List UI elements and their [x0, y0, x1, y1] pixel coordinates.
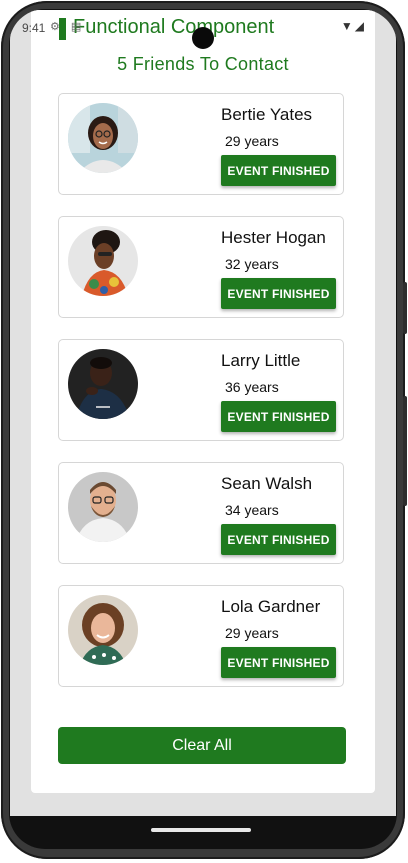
man-dark-shirt-avatar: [68, 349, 138, 419]
friend-card: Hester Hogan 32 years EVENT FINISHED: [58, 216, 344, 318]
man-beard-glasses-avatar: [68, 472, 138, 542]
friend-card: Sean Walsh 34 years EVENT FINISHED: [58, 462, 344, 564]
event-finished-button[interactable]: EVENT FINISHED: [221, 278, 336, 309]
friend-name: Lola Gardner: [221, 597, 321, 616]
event-finished-button[interactable]: EVENT FINISHED: [221, 524, 336, 555]
friend-name: Larry Little: [221, 351, 301, 370]
home-gesture-handle[interactable]: [151, 828, 251, 832]
volume-button: [403, 396, 407, 506]
content-sheet: Functional Component 5 Friends To Contac…: [31, 10, 375, 793]
notification-icons: ⚙ ▤: [50, 21, 86, 33]
friend-age: 36 years: [225, 379, 279, 395]
event-finished-button[interactable]: EVENT FINISHED: [221, 155, 336, 186]
wifi-signal-icon: ▼◢: [340, 19, 366, 33]
woman-glasses-avatar: [68, 103, 138, 173]
clear-all-button[interactable]: Clear All: [58, 727, 346, 764]
list-heading: 5 Friends To Contact: [117, 54, 289, 74]
friend-name: Sean Walsh: [221, 474, 313, 493]
event-finished-button[interactable]: EVENT FINISHED: [221, 647, 336, 678]
friend-name: Hester Hogan: [221, 228, 326, 247]
woman-headwrap-avatar: [68, 226, 138, 296]
power-button: [403, 282, 407, 334]
friend-name: Bertie Yates: [221, 105, 313, 124]
friend-age: 29 years: [225, 133, 279, 149]
woman-curly-hair-avatar: [68, 595, 138, 665]
event-finished-button[interactable]: EVENT FINISHED: [221, 401, 336, 432]
app-screen: Functional Component 5 Friends To Contac…: [10, 10, 396, 816]
friend-card: Bertie Yates 29 years EVENT FINISHED: [58, 93, 344, 195]
friend-card: Larry Little 36 years EVENT FINISHED: [58, 339, 344, 441]
status-time: 9:41: [22, 21, 46, 35]
friend-card: Lola Gardner 29 years EVENT FINISHED: [58, 585, 344, 687]
friend-age: 29 years: [225, 625, 279, 641]
front-camera-icon: [192, 27, 214, 49]
friend-age: 32 years: [225, 256, 279, 272]
device-bezel: Functional Component 5 Friends To Contac…: [9, 9, 397, 849]
friend-age: 34 years: [225, 502, 279, 518]
